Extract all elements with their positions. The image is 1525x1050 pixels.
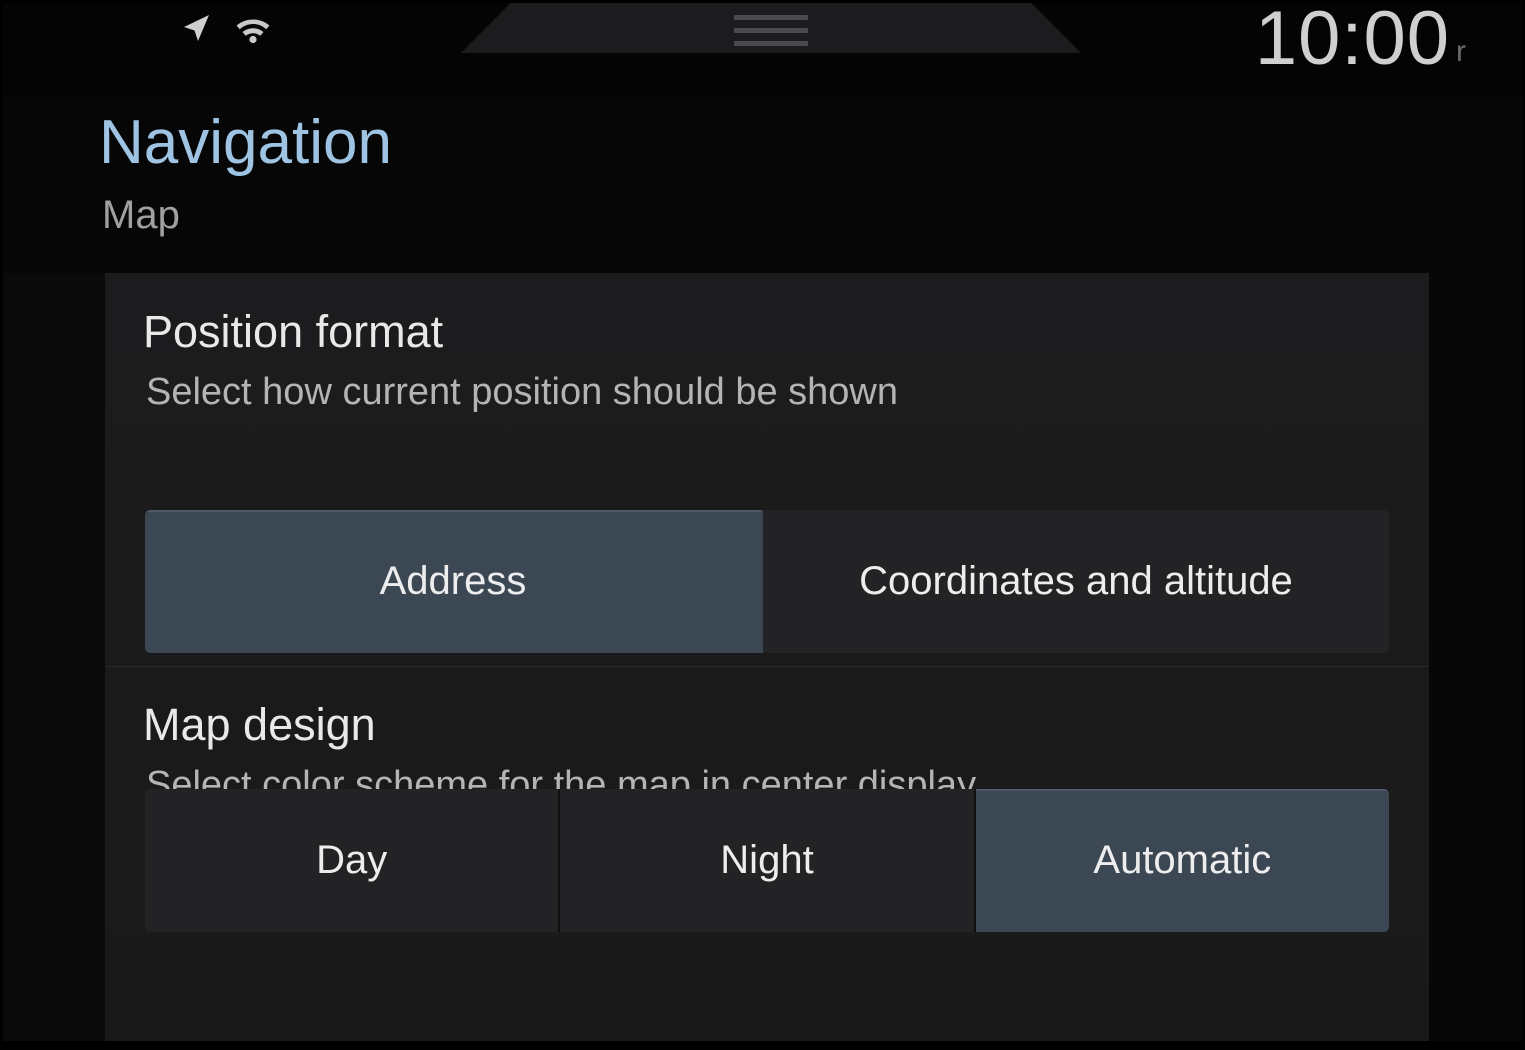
segment-automatic[interactable]: Automatic <box>976 789 1389 932</box>
drag-handle-icon[interactable] <box>734 15 808 46</box>
segment-address[interactable]: Address <box>145 510 763 653</box>
right-gutter <box>1429 273 1525 1050</box>
setting-title: Position format <box>143 309 443 354</box>
page-title: Navigation <box>99 112 392 174</box>
segment-coordinates-and-altitude[interactable]: Coordinates and altitude <box>763 510 1389 653</box>
page-header: Navigation Map <box>3 95 1525 273</box>
settings-content-panel: Position format Select how current posit… <box>105 273 1429 1050</box>
map-design-segmented-control: Day Night Automatic <box>145 789 1389 932</box>
segment-night[interactable]: Night <box>560 789 975 932</box>
page-subtitle: Map <box>102 195 180 235</box>
screen-bottom-edge <box>3 1041 1525 1047</box>
setting-description: Select how current position should be sh… <box>146 373 898 411</box>
status-icon-group <box>179 11 271 45</box>
setting-block-position-format: Position format Select how current posit… <box>105 273 1429 666</box>
segment-day[interactable]: Day <box>145 789 560 932</box>
location-arrow-icon <box>179 11 213 45</box>
infotainment-screen: 10:00 r Navigation Map Position format S… <box>0 0 1525 1050</box>
clock-suffix: r <box>1456 37 1466 67</box>
setting-title: Map design <box>143 702 376 747</box>
status-bar: 10:00 r <box>3 3 1525 95</box>
left-gutter <box>3 273 105 1050</box>
clock: 10:00 <box>1255 1 1450 77</box>
pull-down-tab[interactable] <box>461 3 1081 53</box>
setting-block-map-design: Map design Select color scheme for the m… <box>105 666 1429 1050</box>
wifi-icon <box>235 12 271 44</box>
position-format-segmented-control: Address Coordinates and altitude <box>145 510 1389 653</box>
